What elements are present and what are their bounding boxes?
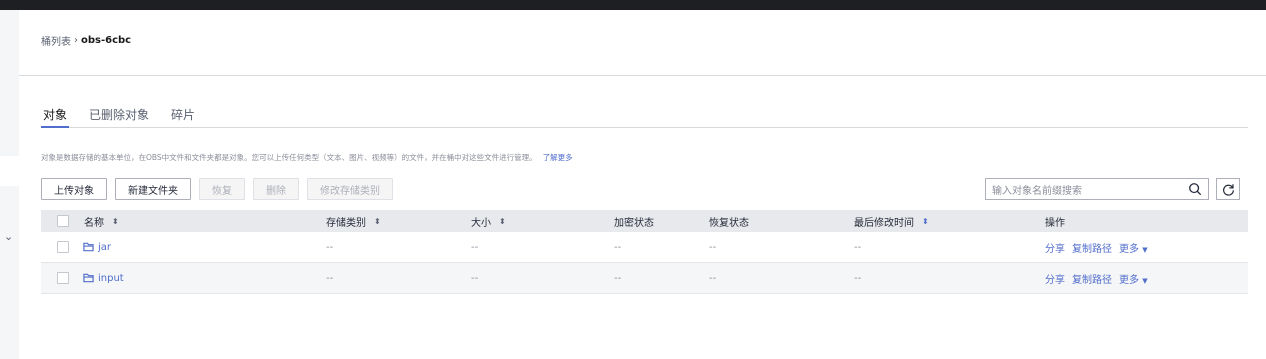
top-bar <box>0 0 1266 10</box>
restore-button[interactable]: 恢复 <box>199 178 245 200</box>
sort-icon[interactable]: ⬍ <box>499 217 506 226</box>
table-row: input -- -- -- -- -- 分享 复制路径 更多 ▼ <box>41 263 1248 294</box>
copy-path-link[interactable]: 复制路径 <box>1072 271 1112 286</box>
breadcrumb-separator: › <box>74 35 78 46</box>
chevron-down-icon[interactable]: ⌄ <box>4 230 13 243</box>
refresh-icon <box>1222 183 1234 196</box>
encryption-cell: -- <box>614 241 622 253</box>
size-cell: -- <box>471 241 479 253</box>
tab-fragments[interactable]: 碎片 <box>169 100 197 128</box>
row-name-cell[interactable]: input <box>83 263 124 293</box>
description: 对象是数据存储的基本单位，在OBS中文件和文件夹都是对象。您可以上传任何类型（文… <box>41 152 573 163</box>
header-restore-status: 恢复状态 <box>709 217 749 229</box>
modified-cell: -- <box>854 241 862 253</box>
header-storage-class[interactable]: 存储类别 ⬍ <box>326 210 381 232</box>
select-all-checkbox[interactable] <box>57 215 69 227</box>
caret-down-icon: ▼ <box>1142 276 1148 285</box>
sort-icon[interactable]: ⬍ <box>374 217 381 226</box>
share-link[interactable]: 分享 <box>1045 240 1065 255</box>
restore-status-cell: -- <box>709 241 717 253</box>
operations-cell: 分享 复制路径 更多 ▼ <box>1045 263 1148 293</box>
storage-class-cell: -- <box>326 272 334 284</box>
caret-down-icon: ▼ <box>1142 245 1148 254</box>
new-folder-button[interactable]: 新建文件夹 <box>115 178 191 200</box>
more-dropdown[interactable]: 更多 ▼ <box>1119 240 1148 255</box>
storage-class-cell: -- <box>326 241 334 253</box>
left-sidebar-strip: ⌄ <box>0 10 19 359</box>
breadcrumb: 桶列表 › obs-6cbc <box>41 33 131 48</box>
sort-icon[interactable]: ⬍ <box>922 217 929 226</box>
table-header: 名称 ⬍ 存储类别 ⬍ 大小 ⬍ 加密状态 恢复状态 最后修改时间 ⬍ 操作 <box>41 210 1248 232</box>
upload-object-button[interactable]: 上传对象 <box>41 178 107 200</box>
breadcrumb-parent[interactable]: 桶列表 <box>41 33 71 48</box>
breadcrumb-current: obs-6cbc <box>81 35 132 46</box>
search-icon[interactable] <box>1188 182 1202 196</box>
tab-deleted-objects[interactable]: 已删除对象 <box>87 100 151 128</box>
object-name[interactable]: jar <box>98 242 111 253</box>
description-text: 对象是数据存储的基本单位，在OBS中文件和文件夹都是对象。您可以上传任何类型（文… <box>41 153 537 162</box>
header-name[interactable]: 名称 ⬍ <box>84 210 119 232</box>
search-placeholder: 输入对象名前缀搜索 <box>992 185 1082 197</box>
share-link[interactable]: 分享 <box>1045 271 1065 286</box>
delete-button[interactable]: 删除 <box>253 178 299 200</box>
tab-objects[interactable]: 对象 <box>41 100 70 128</box>
operations-cell: 分享 复制路径 更多 ▼ <box>1045 232 1148 262</box>
divider <box>19 75 1266 76</box>
row-checkbox[interactable] <box>57 241 69 253</box>
row-checkbox[interactable] <box>57 272 69 284</box>
copy-path-link[interactable]: 复制路径 <box>1072 240 1112 255</box>
learn-more-link[interactable]: 了解更多 <box>543 153 573 162</box>
modified-cell: -- <box>854 272 862 284</box>
encryption-cell: -- <box>614 272 622 284</box>
sort-icon[interactable]: ⬍ <box>112 217 119 226</box>
folder-icon <box>83 273 94 283</box>
search-input[interactable]: 输入对象名前缀搜索 <box>985 178 1209 200</box>
more-dropdown[interactable]: 更多 ▼ <box>1119 271 1148 286</box>
header-operations: 操作 <box>1045 217 1065 229</box>
change-storage-class-button[interactable]: 修改存储类别 <box>307 178 393 200</box>
header-size[interactable]: 大小 ⬍ <box>471 210 506 232</box>
object-name[interactable]: input <box>98 273 124 284</box>
refresh-button[interactable] <box>1216 178 1240 200</box>
header-encryption: 加密状态 <box>614 217 654 229</box>
restore-status-cell: -- <box>709 272 717 284</box>
table-row: jar -- -- -- -- -- 分享 复制路径 更多 ▼ <box>41 232 1248 263</box>
sidebar-gap <box>0 156 19 186</box>
folder-icon <box>83 242 94 252</box>
tab-bar: 对象 已删除对象 碎片 <box>41 100 1248 128</box>
row-name-cell[interactable]: jar <box>83 232 111 262</box>
toolbar: 上传对象 新建文件夹 恢复 删除 修改存储类别 <box>41 178 393 200</box>
objects-table: 名称 ⬍ 存储类别 ⬍ 大小 ⬍ 加密状态 恢复状态 最后修改时间 ⬍ 操作 jar -… <box>41 210 1248 294</box>
size-cell: -- <box>471 272 479 284</box>
header-modified[interactable]: 最后修改时间 ⬍ <box>854 210 929 232</box>
